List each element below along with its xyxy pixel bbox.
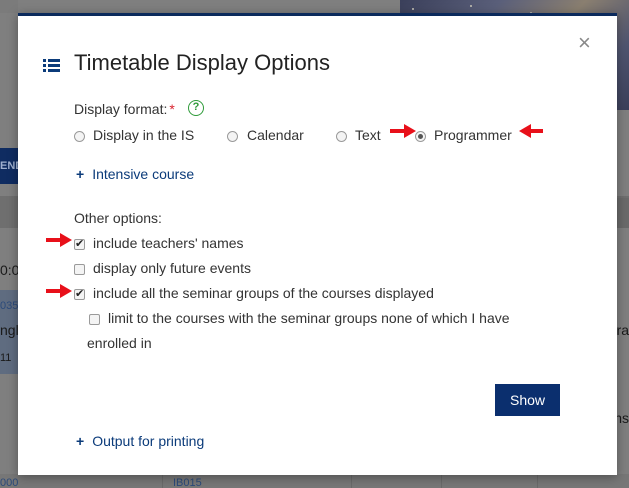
bg-bottom-row xyxy=(0,474,629,488)
checkbox-limit-courses[interactable] xyxy=(89,314,100,325)
bg-bottom-code: 000 xyxy=(0,477,19,488)
bg-bottom-code-link[interactable]: IB015 xyxy=(173,477,202,488)
output-for-printing-label: Output for printing xyxy=(92,433,205,449)
output-for-printing-link[interactable]: + Output for printing xyxy=(76,433,204,449)
checkbox-include-teachers[interactable] xyxy=(74,237,85,250)
bg-event-num: 11 xyxy=(0,352,12,364)
radio-display-in-is[interactable] xyxy=(74,131,85,142)
intensive-course-link[interactable]: + Intensive course xyxy=(76,166,194,182)
radio-calendar[interactable] xyxy=(227,131,238,142)
radio-label-display-in-is[interactable]: Display in the IS xyxy=(93,127,194,143)
intensive-course-label: Intensive course xyxy=(92,166,195,182)
checkbox-label-future-events[interactable]: display only future events xyxy=(93,260,251,276)
list-icon xyxy=(43,59,60,72)
checkbox-all-seminar-groups[interactable] xyxy=(74,287,85,300)
checkbox-label-include-teachers[interactable]: include teachers' names xyxy=(93,235,244,251)
bg-right-text: ra xyxy=(616,322,629,338)
display-format-label: Display format: * xyxy=(74,101,175,117)
annotation-arrow-right-icon xyxy=(46,284,72,298)
bg-event-code: 035 xyxy=(0,300,19,312)
radio-label-text[interactable]: Text xyxy=(355,127,381,143)
radio-label-programmer[interactable]: Programmer xyxy=(434,127,512,143)
radio-text[interactable] xyxy=(336,131,347,142)
radio-label-calendar[interactable]: Calendar xyxy=(247,127,304,143)
checkbox-future-events[interactable] xyxy=(74,264,85,275)
bg-corner xyxy=(0,0,18,13)
plus-icon: + xyxy=(76,166,85,182)
annotation-arrow-right-icon xyxy=(390,124,416,138)
close-icon[interactable]: × xyxy=(578,32,591,54)
other-options-label: Other options: xyxy=(74,210,162,226)
bg-right-cell xyxy=(617,198,629,228)
checkbox-label-limit-courses-line1[interactable]: limit to the courses with the seminar gr… xyxy=(108,310,510,326)
checkbox-label-limit-courses-line2[interactable]: enrolled in xyxy=(87,335,152,351)
radio-programmer[interactable] xyxy=(415,131,426,142)
annotation-arrow-left-icon xyxy=(519,124,543,138)
timetable-options-dialog: Timetable Display Options × Display form… xyxy=(18,13,617,475)
help-icon[interactable]: ? xyxy=(188,100,204,116)
dialog-title: Timetable Display Options xyxy=(74,50,330,75)
annotation-arrow-right-icon xyxy=(46,233,72,247)
display-format-label-text: Display format: xyxy=(74,101,168,117)
plus-icon: + xyxy=(76,433,85,449)
required-mark: * xyxy=(169,101,175,117)
checkbox-label-all-seminar-groups[interactable]: include all the seminar groups of the co… xyxy=(93,285,434,301)
show-button[interactable]: Show xyxy=(495,384,560,416)
